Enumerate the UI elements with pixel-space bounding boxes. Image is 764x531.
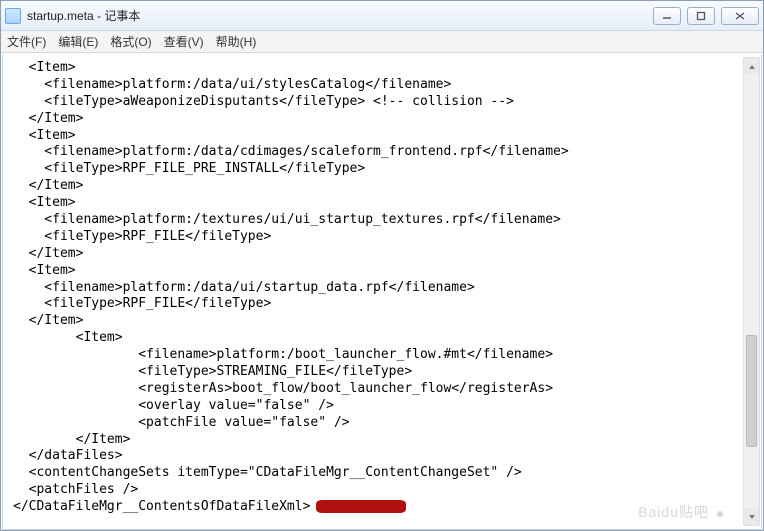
watermark: Baidu贴吧 [638, 502, 727, 522]
maximize-icon [696, 11, 706, 21]
window-buttons [653, 7, 759, 25]
scroll-track[interactable] [744, 75, 759, 508]
text-area[interactable]: <Item> <filename>platform:/data/ui/style… [13, 60, 757, 525]
watermark-text: Baidu贴吧 [638, 502, 709, 522]
editor-viewport: <Item> <filename>platform:/data/ui/style… [2, 54, 762, 530]
chevron-up-icon [748, 63, 756, 71]
redaction [316, 500, 406, 513]
menu-format[interactable]: 格式(O) [110, 33, 151, 50]
scroll-down-button[interactable] [744, 508, 759, 525]
menu-view[interactable]: 查看(V) [164, 33, 204, 50]
maximize-button[interactable] [687, 7, 715, 25]
minimize-icon [662, 12, 672, 20]
chevron-down-icon [748, 513, 756, 521]
title-bar[interactable]: startup.meta - 记事本 [1, 1, 763, 31]
vertical-scrollbar[interactable] [743, 57, 760, 526]
minimize-button[interactable] [653, 7, 681, 25]
close-icon [734, 11, 746, 21]
app-icon [5, 8, 21, 24]
menu-bar: 文件(F) 编辑(E) 格式(O) 查看(V) 帮助(H) [1, 31, 763, 53]
menu-edit[interactable]: 编辑(E) [58, 33, 98, 50]
menu-file[interactable]: 文件(F) [7, 33, 46, 50]
scroll-up-button[interactable] [744, 58, 759, 75]
scroll-thumb[interactable] [746, 335, 757, 448]
close-button[interactable] [721, 7, 759, 25]
paw-icon [713, 505, 727, 519]
menu-help[interactable]: 帮助(H) [216, 33, 257, 50]
notepad-window: startup.meta - 记事本 文件(F) 编辑(E) 格式(O) 查看(… [0, 0, 764, 531]
window-title: startup.meta - 记事本 [27, 7, 140, 24]
